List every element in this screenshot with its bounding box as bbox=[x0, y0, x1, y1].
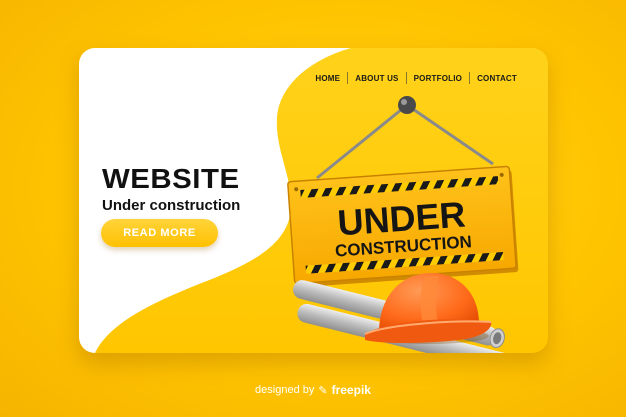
hanging-wire bbox=[316, 103, 494, 180]
nav-divider bbox=[347, 72, 349, 84]
attribution-footer: designed by ✎ freepik bbox=[0, 383, 626, 397]
top-nav: HOME ABOUT US PORTFOLIO CONTACT bbox=[308, 72, 524, 84]
nav-divider bbox=[469, 72, 471, 84]
nav-divider bbox=[405, 72, 407, 84]
nail-icon bbox=[398, 96, 416, 114]
nav-portfolio[interactable]: PORTFOLIO bbox=[407, 74, 469, 83]
attribution-brand[interactable]: freepik bbox=[332, 383, 371, 397]
nav-home[interactable]: HOME bbox=[308, 74, 347, 83]
landing-card: HOME ABOUT US PORTFOLIO CONTACT WEBSITE … bbox=[79, 48, 548, 353]
hero-subtitle: Under construction bbox=[102, 197, 241, 214]
under-construction-sign: UNDER CONSTRUCTION bbox=[287, 165, 519, 288]
freepik-logo-icon: ✎ bbox=[318, 384, 328, 397]
attribution-prefix: designed by bbox=[255, 384, 315, 396]
hardhat-icon bbox=[364, 273, 492, 344]
nav-about-us[interactable]: ABOUT US bbox=[348, 74, 405, 83]
read-more-button[interactable]: READ MORE bbox=[101, 219, 218, 247]
hero-title: WEBSITE bbox=[102, 163, 240, 194]
construction-illustration: UNDER CONSTRUCTION bbox=[287, 96, 519, 353]
nav-contact[interactable]: CONTACT bbox=[470, 74, 524, 83]
